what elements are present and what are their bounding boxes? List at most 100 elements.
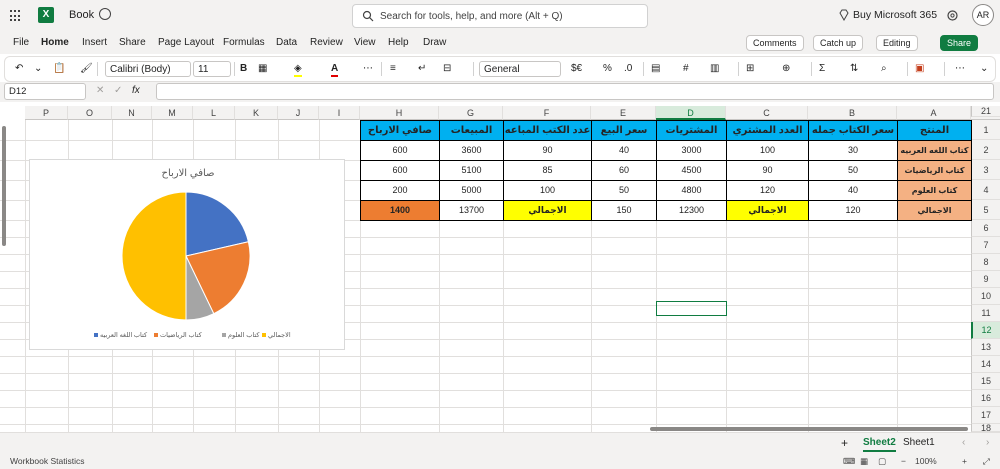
row-header-11[interactable]: 11 [971, 305, 1000, 322]
table-cell[interactable]: 85 [503, 160, 592, 181]
zoom-level[interactable]: 100% [915, 456, 937, 466]
table-cell[interactable]: كتاب الرياضيات [897, 160, 972, 181]
user-avatar[interactable]: AR [972, 4, 994, 26]
row-header-12[interactable]: 12 [971, 322, 1000, 339]
enter-icon[interactable]: ✓ [114, 85, 122, 96]
share-button[interactable]: Share [940, 35, 979, 51]
menu-file[interactable]: File [13, 37, 29, 48]
table-cell[interactable]: الاجمالي [897, 200, 972, 221]
table-cell[interactable]: كتاب العلوم [897, 180, 972, 201]
table-header-cell[interactable]: المنتج [897, 120, 972, 141]
undo-icon[interactable]: ↶ [15, 61, 23, 77]
menu-draw[interactable]: Draw [423, 37, 446, 48]
vertical-scrollbar[interactable] [2, 126, 6, 246]
menu-view[interactable]: View [354, 37, 376, 48]
table-cell[interactable]: 1400 [360, 200, 440, 221]
table-cell[interactable]: 200 [360, 180, 440, 201]
cancel-icon[interactable]: ✕ [96, 85, 104, 96]
table-cell[interactable]: الاجمالي [503, 200, 592, 221]
catch-up-button[interactable]: Catch up [813, 35, 864, 51]
decimal-icon[interactable]: .0 [624, 61, 632, 77]
table-cell[interactable]: 50 [808, 160, 898, 181]
row-header-9[interactable]: 9 [971, 271, 1000, 288]
add-sheet-icon[interactable]: + [841, 436, 848, 450]
table-cell[interactable]: 60 [591, 160, 657, 181]
row-header-16[interactable]: 16 [971, 390, 1000, 407]
row-header-10[interactable]: 10 [971, 288, 1000, 305]
column-header-h[interactable]: H [360, 106, 439, 120]
sort-filter-icon[interactable]: ⇅ [850, 61, 858, 77]
menu-data[interactable]: Data [276, 37, 297, 48]
view-normal-icon[interactable]: ▦ [860, 456, 868, 467]
menu-insert[interactable]: Insert [82, 37, 107, 48]
more-options-icon[interactable]: ⋯ [955, 61, 965, 77]
buy-microsoft-365-link[interactable]: Buy Microsoft 365 [853, 9, 937, 21]
app-launcher-icon[interactable] [10, 10, 22, 22]
column-header-p[interactable]: P [25, 106, 68, 120]
column-header-i[interactable]: I [319, 106, 360, 120]
row-header-8[interactable]: 8 [971, 254, 1000, 271]
next-sheet-icon[interactable]: › [986, 437, 989, 448]
column-header-j[interactable]: J [278, 106, 319, 120]
fill-color-icon[interactable]: ◈ [294, 61, 302, 77]
sheet-tab-sheet2[interactable]: Sheet2 [863, 437, 896, 452]
column-header-e[interactable]: E [591, 106, 656, 120]
currency-icon[interactable]: $€ [571, 61, 582, 77]
column-header-m[interactable]: M [152, 106, 193, 120]
menu-share[interactable]: Share [119, 37, 146, 48]
document-title[interactable]: Book [69, 9, 94, 21]
column-header-n[interactable]: N [112, 106, 152, 120]
menu-help[interactable]: Help [388, 37, 409, 48]
table-cell[interactable]: 4500 [656, 160, 727, 181]
more-font-options-icon[interactable]: ⋯ [363, 61, 373, 77]
wrap-text-icon[interactable]: ↵ [418, 61, 426, 77]
add-ins-icon[interactable]: ▣ [915, 61, 924, 77]
row-header-4[interactable]: 4 [971, 180, 1000, 200]
table-cell[interactable]: 13700 [439, 200, 504, 221]
table-cell[interactable]: 5100 [439, 160, 504, 181]
fit-icon[interactable]: ⤢ [983, 456, 990, 467]
row-header-7[interactable]: 7 [971, 237, 1000, 254]
selected-cell[interactable] [656, 301, 727, 316]
table-header-cell[interactable]: سعر الكتاب جمله [808, 120, 898, 141]
table-cell[interactable]: 4800 [656, 180, 727, 201]
column-header-a[interactable]: A [897, 106, 971, 120]
bold-button[interactable]: B [240, 61, 247, 77]
row-header-3[interactable]: 3 [971, 160, 1000, 180]
menu-review[interactable]: Review [310, 37, 343, 48]
table-header-cell[interactable]: المبيعات [439, 120, 504, 141]
column-header-g[interactable]: G [439, 106, 503, 120]
row-header-2[interactable]: 2 [971, 140, 1000, 160]
menu-home[interactable]: Home [41, 37, 69, 48]
column-header-c[interactable]: C [726, 106, 808, 120]
font-color-icon[interactable]: A [331, 61, 339, 77]
table-cell[interactable]: 120 [726, 180, 809, 201]
conditional-format-icon[interactable]: ▤ [651, 61, 660, 77]
find-icon[interactable]: ⌕ [881, 61, 887, 77]
column-header-d[interactable]: D [656, 106, 726, 120]
table-cell[interactable]: 120 [808, 200, 898, 221]
table-cell[interactable]: 3600 [439, 140, 504, 161]
name-box[interactable]: D12 [4, 83, 86, 100]
pie-slice-4[interactable] [121, 191, 187, 321]
merge-icon[interactable]: ⊟ [443, 61, 451, 77]
format-painter-icon[interactable]: 🖌 [80, 61, 93, 77]
insert-cells-icon[interactable]: ⊞ [746, 61, 754, 77]
settings-gear-icon[interactable] [946, 9, 959, 22]
row-header-1[interactable]: 1 [971, 120, 1000, 140]
paste-icon[interactable]: 📋 [53, 61, 65, 77]
table-cell[interactable]: 40 [591, 140, 657, 161]
sheet-tab-sheet1[interactable]: Sheet1 [903, 437, 935, 448]
menu-formulas[interactable]: Formulas [223, 37, 265, 48]
row-header-13[interactable]: 13 [971, 339, 1000, 356]
row-header-17[interactable]: 17 [971, 407, 1000, 424]
table-cell[interactable]: 90 [726, 160, 809, 181]
column-header-f[interactable]: F [503, 106, 591, 120]
font-name-select[interactable]: Calibri (Body) [105, 61, 191, 77]
workbook-statistics[interactable]: Workbook Statistics [10, 456, 84, 466]
table-cell[interactable]: الاجمالي [726, 200, 809, 221]
horizontal-scrollbar[interactable] [650, 427, 968, 431]
table-cell[interactable]: 150 [591, 200, 657, 221]
table-header-cell[interactable]: سعر البيع [591, 120, 657, 141]
column-header-o[interactable]: O [68, 106, 112, 120]
